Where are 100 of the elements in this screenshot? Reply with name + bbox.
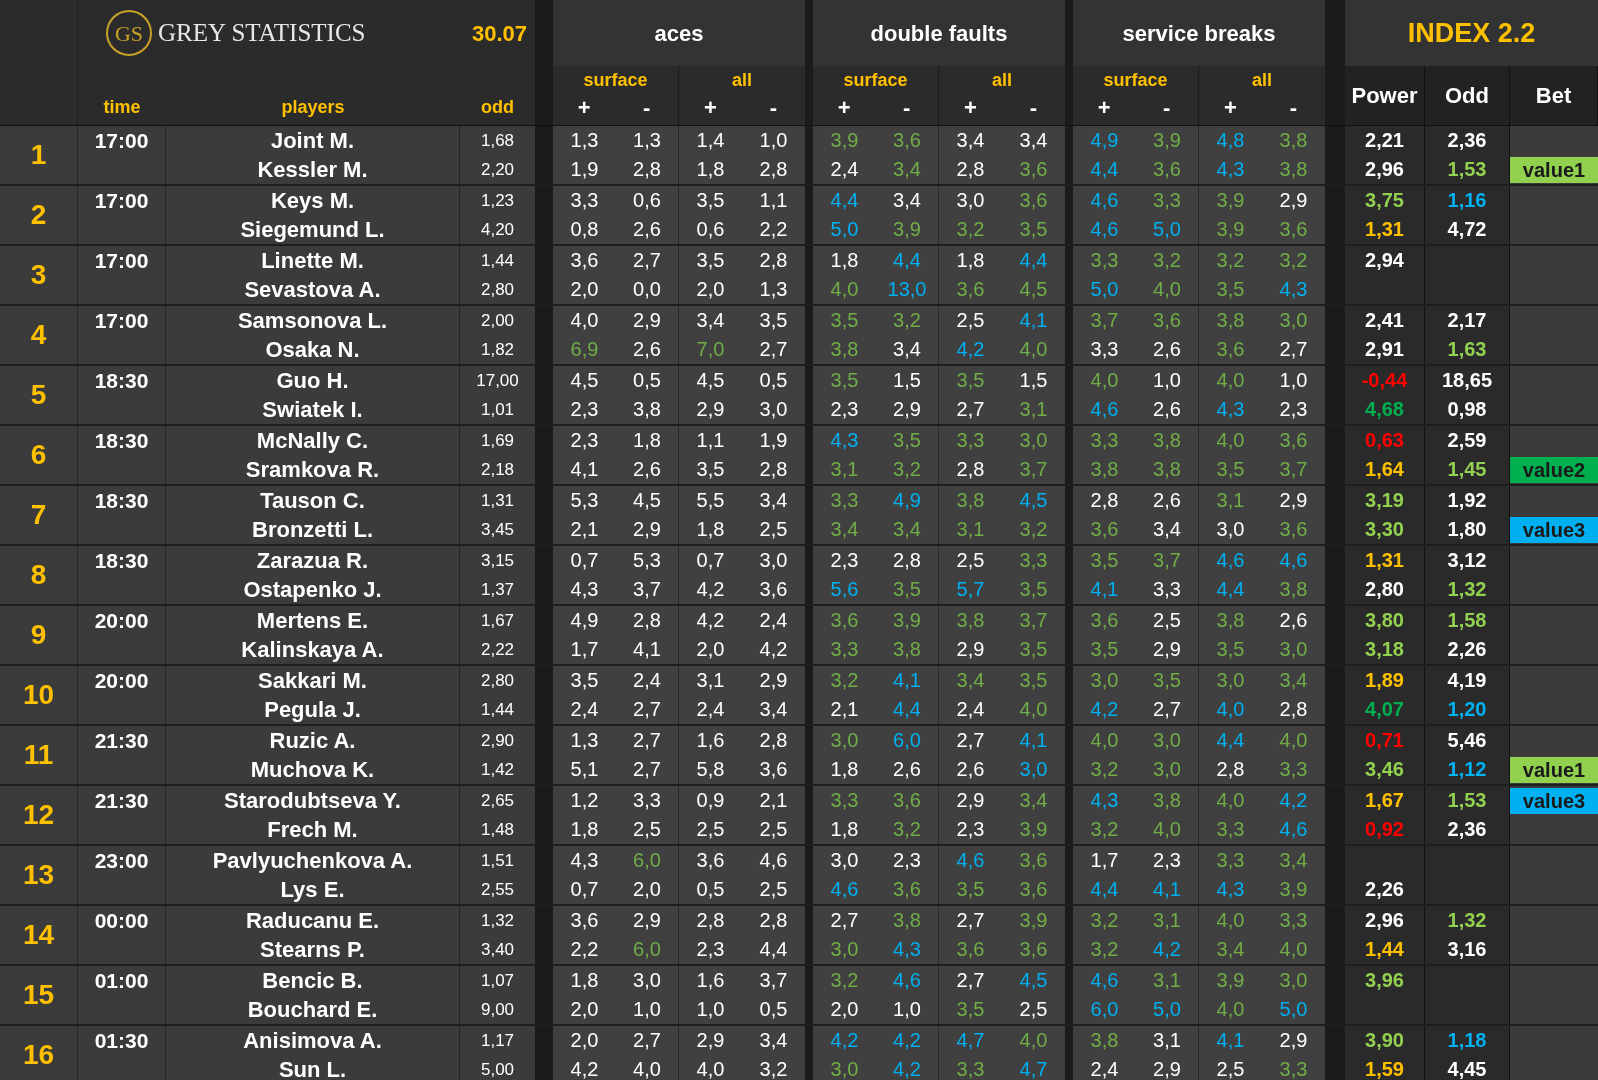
- stat-value: 4,9: [570, 608, 599, 633]
- stat-value: 4,4: [1216, 728, 1245, 753]
- match-number: 5: [30, 378, 47, 412]
- stat-value: 2,6: [1279, 608, 1308, 633]
- stat-value: 1,8: [956, 248, 985, 273]
- stat-value: 1,8: [830, 817, 859, 842]
- stat-value: 3,4: [1019, 788, 1048, 813]
- player-name: Stearns P.: [260, 936, 365, 964]
- column-header: players: [280, 96, 346, 119]
- index-odd-value: 1,18: [1447, 1028, 1487, 1053]
- sign-header: +: [963, 94, 978, 122]
- stat-value: 0,5: [633, 368, 661, 393]
- stat-value: 6,9: [570, 337, 599, 362]
- stat-value: 3,0: [956, 188, 985, 213]
- stat-value: 3,4: [893, 188, 921, 213]
- stat-value: 2,7: [956, 397, 985, 422]
- stat-value: 0,9: [696, 788, 725, 813]
- stat-value: 2,8: [633, 157, 661, 182]
- stat-value: 4,1: [1019, 728, 1048, 753]
- stat-value: 4,5: [1019, 488, 1048, 513]
- stat-value: 2,1: [759, 788, 788, 813]
- sign-header: +: [576, 94, 592, 122]
- stat-value: 4,0: [633, 1057, 661, 1080]
- index-odd-value: 2,36: [1447, 128, 1487, 153]
- stat-value: 4,2: [1279, 788, 1308, 813]
- stat-value: 3,6: [1153, 308, 1181, 333]
- sign-header: -: [902, 94, 912, 122]
- stat-value: 4,2: [759, 637, 788, 662]
- stat-value: 3,9: [1153, 128, 1181, 153]
- stat-value: 3,1: [830, 457, 859, 482]
- stat-value: 3,2: [893, 817, 921, 842]
- stat-value: 2,3: [696, 937, 725, 962]
- stat-value: 3,0: [830, 937, 859, 962]
- stat-value: 4,0: [570, 308, 599, 333]
- stat-value: 4,6: [1216, 548, 1245, 573]
- stat-value: 3,3: [1279, 908, 1308, 933]
- index-odd-value: 1,58: [1447, 608, 1487, 633]
- stat-value: 4,0: [1279, 937, 1308, 962]
- player-odd: 1,01: [480, 399, 515, 421]
- match-time: 18:30: [94, 548, 149, 574]
- stat-value: 4,2: [893, 1057, 921, 1080]
- player-odd: 2,22: [480, 639, 515, 661]
- stat-value: 3,7: [759, 968, 788, 993]
- stat-value: 4,0: [1216, 697, 1245, 722]
- column-subheader: all: [732, 69, 752, 92]
- stat-value: 3,9: [1216, 968, 1245, 993]
- index-odd-value: 1,32: [1447, 908, 1487, 933]
- stat-value: 3,2: [1090, 817, 1119, 842]
- stat-value: 4,0: [1216, 368, 1245, 393]
- player-odd: 1,69: [480, 430, 515, 452]
- stat-value: 2,7: [759, 337, 788, 362]
- stat-value: 3,0: [830, 728, 859, 753]
- stat-value: 3,3: [570, 188, 599, 213]
- stat-value: 4,0: [1216, 788, 1245, 813]
- stat-value: 3,4: [956, 128, 985, 153]
- power-value: 2,91: [1365, 337, 1404, 362]
- stat-value: 2,3: [570, 428, 599, 453]
- stat-value: 1,7: [1090, 848, 1119, 873]
- stat-value: 4,0: [1090, 368, 1119, 393]
- stat-value: 2,3: [830, 397, 859, 422]
- stat-value: 3,5: [893, 577, 921, 602]
- stat-value: 4,4: [893, 248, 921, 273]
- stat-value: 3,8: [1153, 788, 1181, 813]
- power-value: 1,64: [1365, 457, 1404, 482]
- stat-value: 4,4: [893, 697, 921, 722]
- stat-value: 2,6: [956, 757, 985, 782]
- stat-value: 4,9: [1090, 128, 1119, 153]
- match-time: 23:00: [94, 848, 149, 874]
- player-odd: 2,80: [480, 279, 515, 301]
- stat-value: 4,1: [893, 668, 921, 693]
- stat-value: 4,4: [1019, 248, 1048, 273]
- stat-value: 4,2: [696, 608, 725, 633]
- stat-value: 2,8: [759, 728, 788, 753]
- group-title: aces: [553, 0, 805, 66]
- stat-value: 1,0: [759, 128, 788, 153]
- player-name: Kessler M.: [257, 156, 368, 184]
- stat-value: 3,8: [956, 488, 985, 513]
- stat-value: 3,7: [1279, 457, 1308, 482]
- power-value: 2,26: [1365, 877, 1404, 902]
- match-time: 20:00: [94, 668, 149, 694]
- stat-value: 3,2: [1019, 517, 1048, 542]
- stat-value: 6,0: [893, 728, 921, 753]
- stat-value: 3,7: [633, 577, 661, 602]
- stat-value: 2,5: [956, 308, 985, 333]
- player-odd: 2,18: [480, 459, 515, 481]
- stat-value: 3,6: [893, 877, 921, 902]
- stat-value: 1,0: [633, 997, 661, 1022]
- index-odd-value: 1,53: [1447, 788, 1487, 813]
- stat-value: 4,6: [956, 848, 985, 873]
- player-name: Siegemund L.: [240, 216, 385, 244]
- stat-value: 4,6: [1090, 188, 1119, 213]
- stat-value: 3,5: [956, 368, 985, 393]
- power-value: 4,68: [1365, 397, 1404, 422]
- stat-value: 1,8: [570, 817, 599, 842]
- stat-value: 4,0: [830, 277, 859, 302]
- stat-value: 3,5: [893, 428, 921, 453]
- stat-value: 4,0: [1019, 337, 1048, 362]
- stat-value: 3,0: [1090, 668, 1119, 693]
- column-header: Power: [1345, 66, 1425, 125]
- stat-value: 5,0: [1090, 277, 1119, 302]
